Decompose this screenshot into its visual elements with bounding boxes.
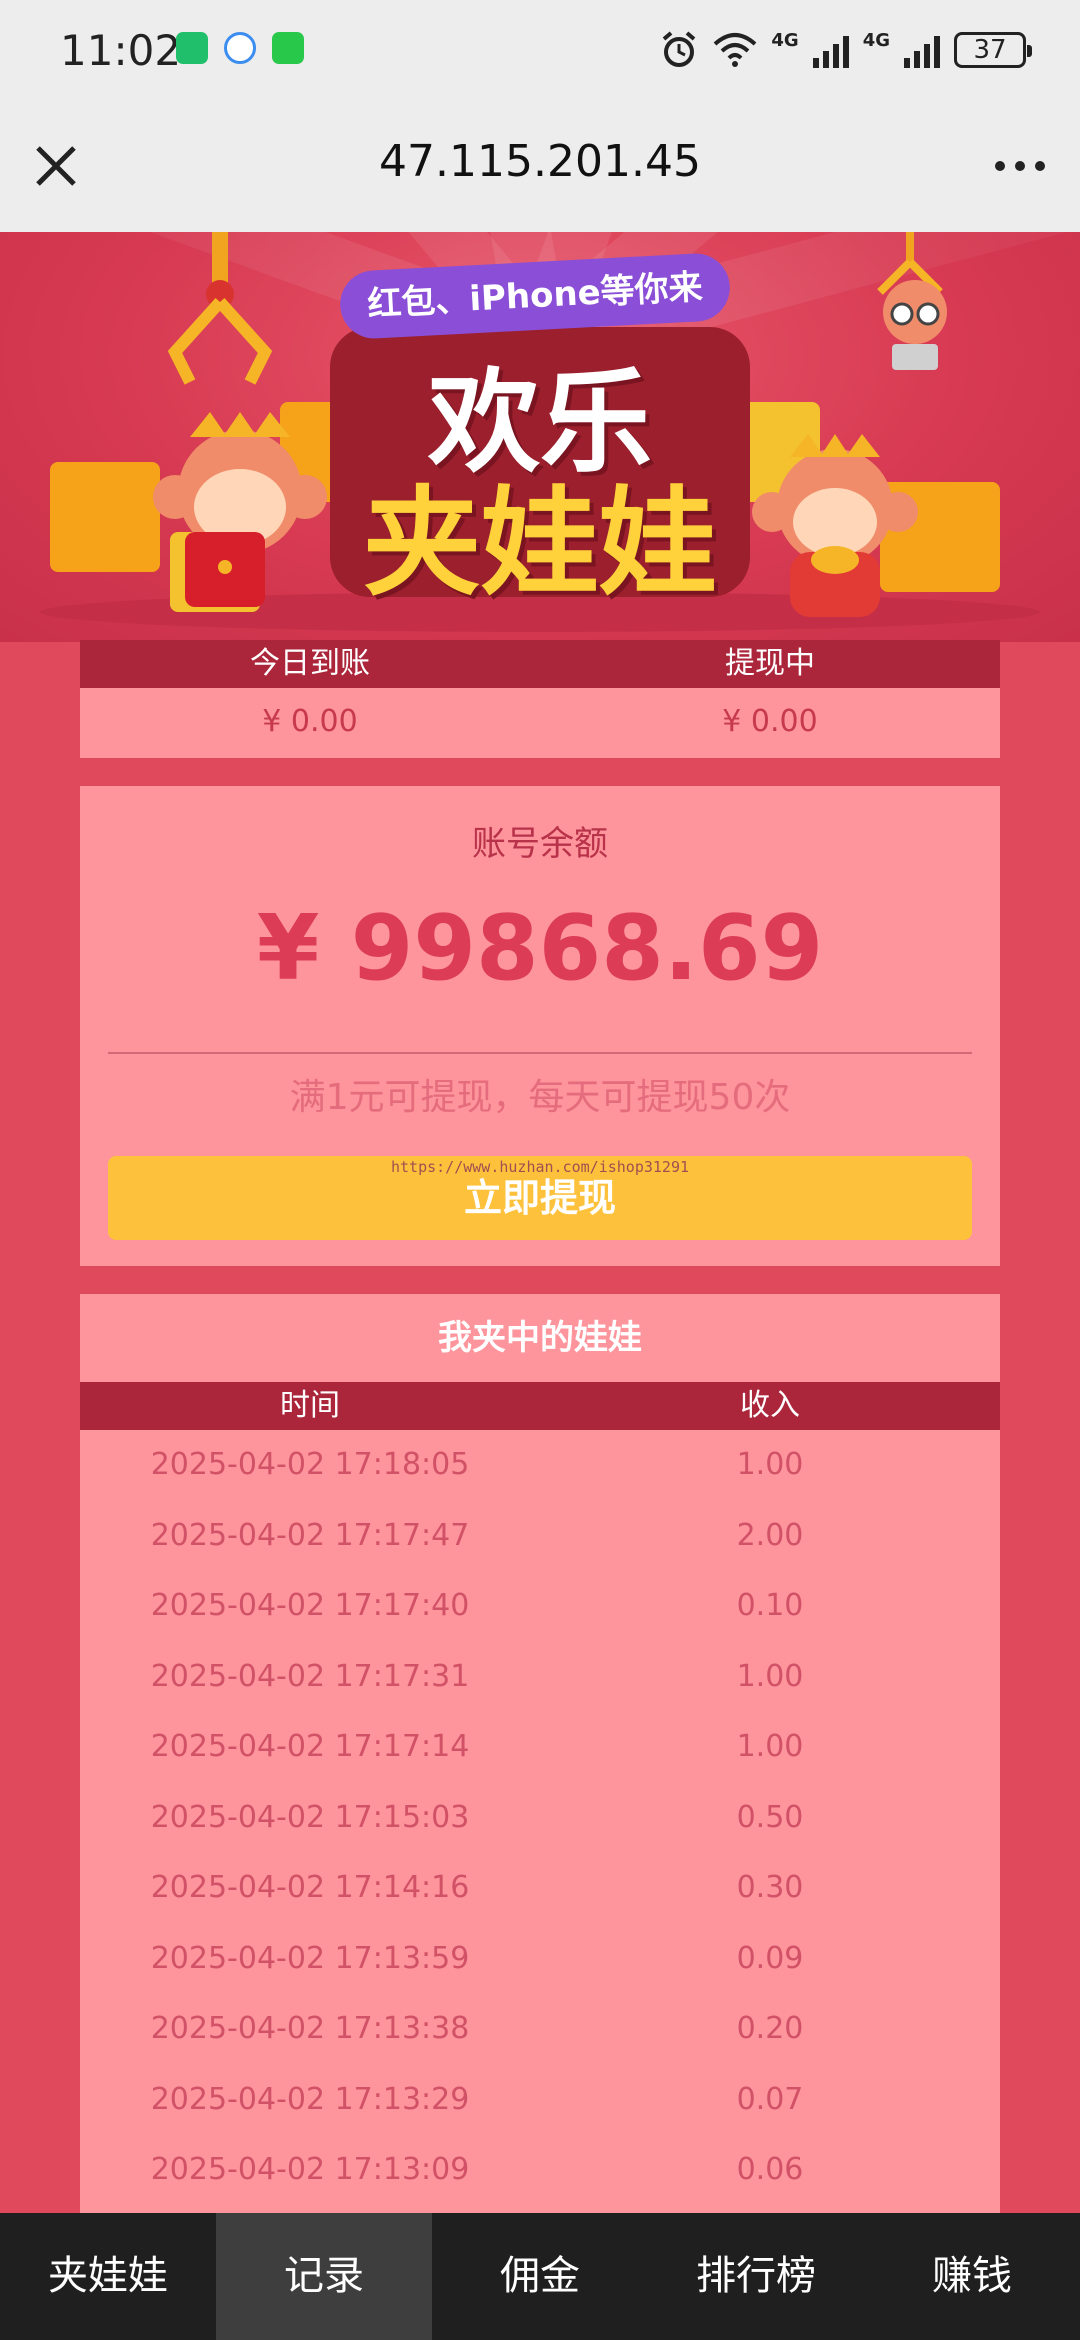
table-row: 2025-04-02 17:13:09 0.06	[80, 2135, 1000, 2206]
url-text: 47.115.201.45	[379, 136, 701, 187]
table-row: 2025-04-02 17:14:16 0.30	[80, 1853, 1000, 1924]
iqiyi-app-icon	[272, 32, 304, 64]
bottom-nav: 夹娃娃 记录 佣金 排行榜 赚钱	[0, 2213, 1080, 2340]
today-received-label: 今日到账	[250, 646, 370, 681]
record-time: 2025-04-02 17:13:29	[150, 2081, 470, 2117]
balance-card: 账号余额 ¥ 99868.69 满1元可提现，每天可提现50次 立即提现 htt…	[80, 786, 1000, 1266]
signal-icon	[812, 32, 849, 68]
column-header-time: 时间	[280, 1388, 340, 1423]
record-amount: 0.10	[736, 1588, 804, 1623]
record-time: 2025-04-02 17:13:09	[150, 2152, 470, 2187]
withdraw-hint: 满1元可提现，每天可提现50次	[289, 1077, 791, 1118]
browser-toolbar: 47.115.201.45	[0, 100, 1080, 232]
record-amount: 1.00	[736, 1729, 804, 1764]
today-received-value: ¥ 0.00	[262, 704, 358, 739]
alarm-icon	[663, 31, 696, 67]
column-header-income: 收入	[740, 1388, 800, 1423]
earnings-summary-values: ¥ 0.00 ¥ 0.00	[80, 688, 1000, 756]
table-row: 2025-04-02 17:15:03 0.50	[80, 1783, 1000, 1854]
banner: 红包、iPhone等你来 欢乐 夹娃娃	[0, 232, 1080, 642]
divider	[108, 1052, 972, 1054]
status-time: 11:02	[60, 26, 182, 75]
banner-title-line2: 夹娃娃	[362, 474, 717, 612]
record-time: 2025-04-02 17:17:14	[150, 1729, 470, 1764]
more-icon[interactable]	[990, 142, 1050, 190]
records-table-body: 2025-04-02 17:18:05 1.00 2025-04-02 17:17:…	[80, 1430, 1000, 2206]
record-time: 2025-04-02 17:13:38	[150, 2011, 470, 2046]
table-row: 2025-04-02 17:17:47 2.00	[80, 1501, 1000, 1572]
table-row: 2025-04-02 17:13:29 0.07	[80, 2065, 1000, 2136]
record-time: 2025-04-02 17:17:47	[150, 1517, 470, 1553]
records-title: 我夹中的娃娃	[438, 1318, 642, 1358]
withdrawing-label: 提现中	[725, 646, 815, 681]
record-time: 2025-04-02 17:18:05	[150, 1447, 470, 1482]
nav-claw-machine[interactable]: 夹娃娃	[0, 2213, 216, 2340]
table-row: 2025-04-02 17:17:14 1.00	[80, 1712, 1000, 1783]
record-amount: 0.50	[736, 1799, 804, 1835]
nav-leaderboard[interactable]: 排行榜	[648, 2213, 864, 2340]
record-amount: 0.09	[736, 1940, 804, 1976]
withdrawing-value: ¥ 0.00	[722, 704, 818, 739]
record-time: 2025-04-02 17:13:59	[150, 1940, 470, 1976]
record-amount: 0.07	[736, 2081, 804, 2117]
earnings-summary: 今日到账 提现中 ¥ 0.00 ¥ 0.00	[80, 640, 1000, 758]
record-amount: 0.06	[736, 2152, 804, 2187]
watermark-text: https://www.huzhan.com/ishop31291	[390, 1158, 689, 1176]
battery-icon: 37	[954, 32, 1032, 68]
balance-label: 账号余额	[472, 824, 608, 864]
browser-app-icon	[224, 32, 256, 64]
table-row: 2025-04-02 17:17:40 0.10	[80, 1571, 1000, 1642]
record-amount: 1.00	[736, 1658, 804, 1694]
record-time: 2025-04-02 17:15:03	[150, 1799, 470, 1835]
records-table-header: 时间 收入	[80, 1382, 1000, 1430]
record-time: 2025-04-02 17:17:31	[150, 1658, 470, 1694]
nav-records[interactable]: 记录	[216, 2213, 432, 2340]
nav-commission[interactable]: 佣金	[432, 2213, 648, 2340]
signal-icon	[904, 32, 940, 68]
nav-earn[interactable]: 赚钱	[864, 2213, 1080, 2340]
table-row: 2025-04-02 17:13:59 0.09	[80, 1924, 1000, 1995]
record-amount: 1.00	[736, 1447, 804, 1482]
status-bar: 11:02 4G 4G 37	[0, 0, 1080, 100]
wifi-icon	[714, 33, 757, 67]
record-amount: 2.00	[736, 1517, 804, 1553]
table-row: 2025-04-02 17:13:38 0.20	[80, 1994, 1000, 2065]
network-type-1: 4G	[771, 30, 799, 51]
earnings-summary-header: 今日到账 提现中	[80, 640, 1000, 688]
record-amount: 0.30	[736, 1870, 804, 1905]
record-time: 2025-04-02 17:14:16	[150, 1870, 470, 1905]
record-amount: 0.20	[736, 2011, 804, 2046]
status-indicators: 4G 4G 37	[659, 30, 1032, 70]
table-row: 2025-04-02 17:18:05 1.00	[80, 1430, 1000, 1501]
records-card: 我夹中的娃娃 时间 收入 2025-04-02 17:18:05 1.00 2025…	[80, 1294, 1000, 2214]
network-type-2: 4G	[862, 30, 890, 51]
table-row: 2025-04-02 17:17:31 1.00	[80, 1642, 1000, 1713]
record-time: 2025-04-02 17:17:40	[150, 1588, 470, 1623]
balance-value: ¥ 99868.69	[256, 896, 824, 1001]
hourglass-app-icon	[176, 32, 208, 64]
